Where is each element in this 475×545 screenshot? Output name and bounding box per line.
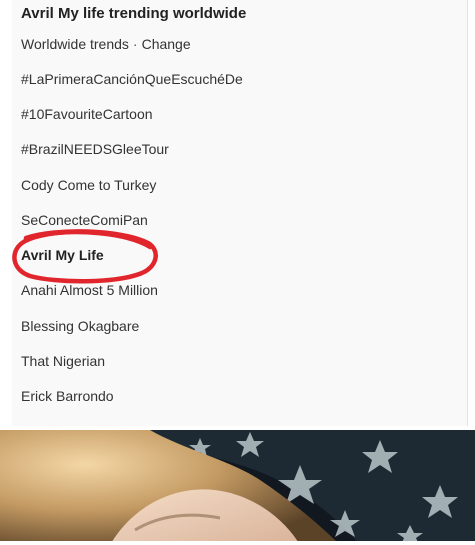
trends-title: Avril My life trending worldwide (21, 5, 247, 22)
trend-item[interactable]: That Nigerian (21, 353, 105, 369)
trend-item[interactable]: Erick Barrondo (21, 388, 114, 404)
profile-photo (0, 430, 475, 545)
trend-item[interactable]: SeConecteComiPan (21, 212, 148, 228)
screenshot-page: Avril My life trending worldwide Worldwi… (0, 0, 475, 545)
trend-item[interactable]: Blessing Okagbare (21, 318, 139, 334)
trends-location-line: Worldwide trends · Change (21, 36, 191, 52)
separator-dot: · (132, 36, 138, 52)
photo-illustration (0, 430, 475, 545)
page-bottom-edge (0, 541, 475, 545)
trend-item[interactable]: Anahi Almost 5 Million (21, 282, 158, 298)
trend-item-highlighted[interactable]: Avril My Life (21, 247, 104, 263)
trend-item[interactable]: #LaPrimeraCanciónQueEscuchéDe (21, 71, 243, 87)
trend-item[interactable]: Cody Come to Turkey (21, 177, 156, 193)
change-location-link[interactable]: Change (142, 36, 191, 52)
trend-item[interactable]: #BrazilNEEDSGleeTour (21, 141, 169, 157)
trend-item[interactable]: #10FavouriteCartoon (21, 106, 153, 122)
location-label: Worldwide trends (21, 36, 129, 52)
